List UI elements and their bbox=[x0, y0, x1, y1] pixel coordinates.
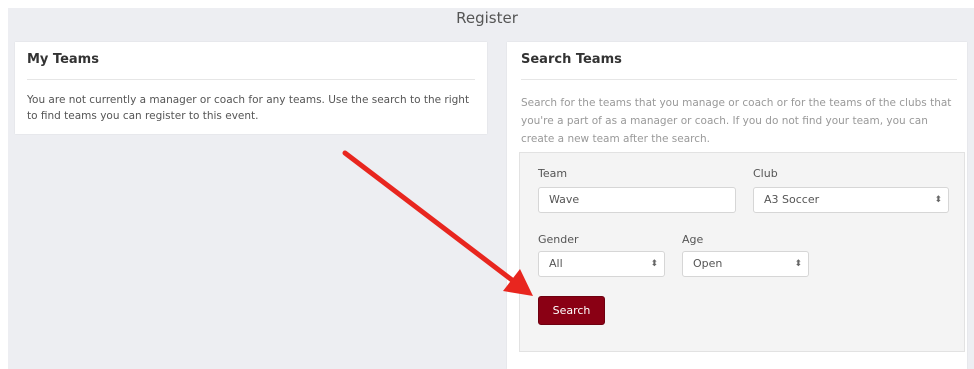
my-teams-panel: My Teams You are not currently a manager… bbox=[15, 42, 487, 134]
divider bbox=[521, 79, 957, 80]
team-input[interactable]: Wave bbox=[538, 187, 736, 213]
club-select-value: A3 Soccer bbox=[764, 193, 820, 206]
gender-select-value: All bbox=[549, 257, 563, 270]
my-teams-title: My Teams bbox=[27, 52, 99, 67]
my-teams-message: You are not currently a manager or coach… bbox=[27, 94, 470, 122]
club-label: Club bbox=[753, 167, 778, 180]
page-title: Register bbox=[456, 9, 518, 27]
search-button[interactable]: Search bbox=[538, 296, 605, 325]
age-select[interactable]: Open ⬍ bbox=[682, 251, 809, 277]
gender-label: Gender bbox=[538, 233, 579, 246]
search-form: Team Wave Club A3 Soccer ⬍ Gender All ⬍ … bbox=[519, 152, 965, 352]
age-label: Age bbox=[682, 233, 704, 246]
search-teams-title: Search Teams bbox=[521, 52, 622, 67]
club-select[interactable]: A3 Soccer ⬍ bbox=[753, 187, 949, 213]
search-teams-description: Search for the teams that you manage or … bbox=[521, 97, 952, 145]
select-arrows-icon: ⬍ bbox=[794, 259, 802, 269]
search-teams-panel: Search Teams Search for the teams that y… bbox=[507, 42, 967, 369]
gender-select[interactable]: All ⬍ bbox=[538, 251, 665, 277]
team-input-value: Wave bbox=[549, 193, 580, 206]
divider bbox=[27, 79, 475, 80]
age-select-value: Open bbox=[693, 257, 723, 270]
select-arrows-icon: ⬍ bbox=[650, 259, 658, 269]
select-arrows-icon: ⬍ bbox=[934, 195, 942, 205]
team-label: Team bbox=[538, 167, 568, 180]
